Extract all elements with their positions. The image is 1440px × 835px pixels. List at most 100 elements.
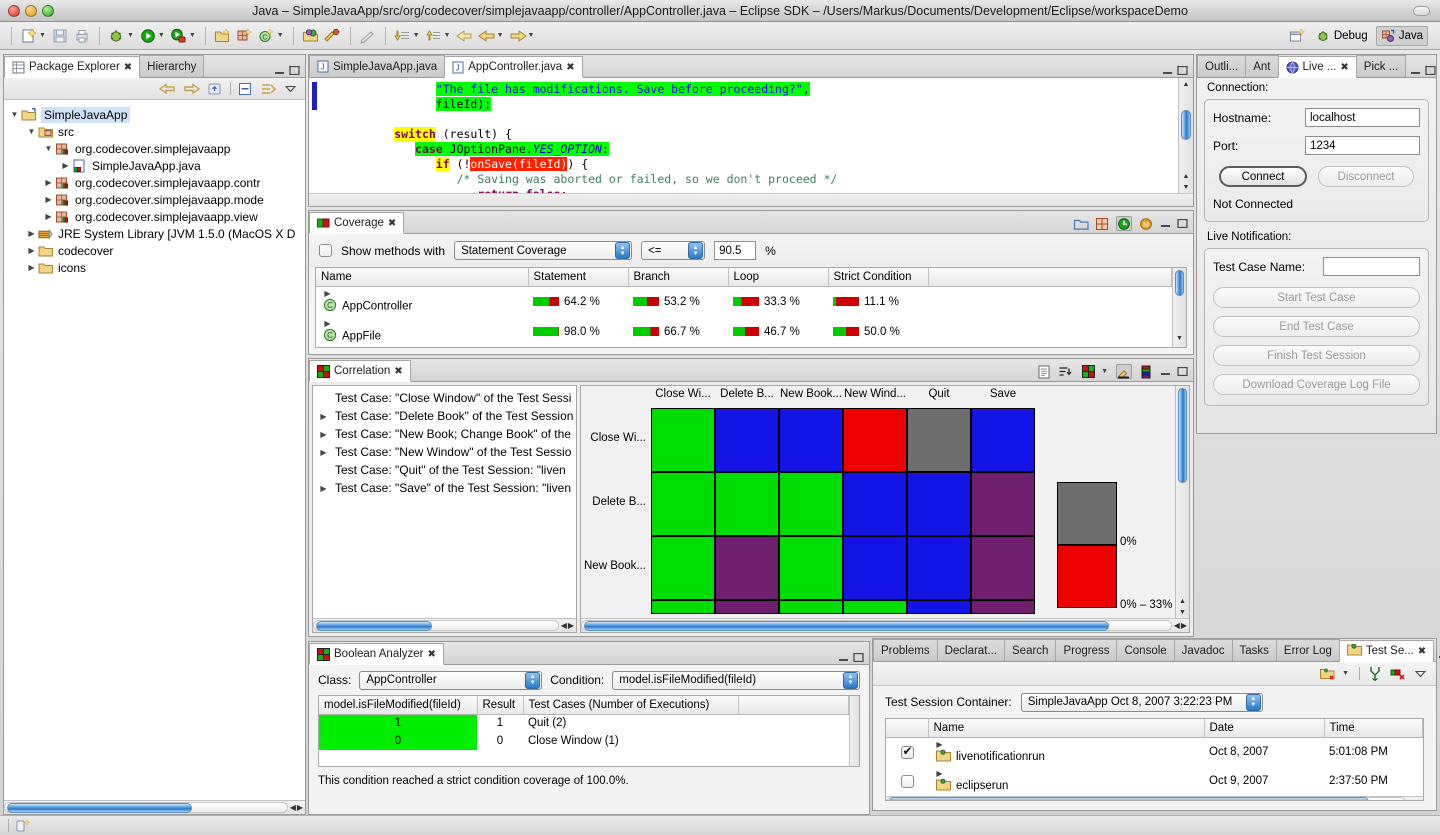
scroll-right-icon[interactable]: ▶ — [1181, 621, 1187, 630]
scroll-up-icon[interactable]: ▲ — [1179, 598, 1186, 605]
external-tools-dropdown-icon[interactable]: ▼ — [189, 32, 196, 39]
chevron-updown-icon[interactable]: ▲▼ — [615, 242, 630, 259]
matrix-colors-dropdown-icon[interactable]: ▼ — [1101, 368, 1108, 375]
coverage-column-header[interactable]: Strict Condition — [828, 268, 928, 286]
matrix-cell[interactable] — [971, 472, 1035, 536]
matrix-cell[interactable] — [651, 536, 715, 600]
tab-outline[interactable]: Outli... — [1197, 55, 1246, 77]
scroll-left-icon[interactable]: ◀ — [290, 803, 296, 812]
matrix-cell[interactable] — [907, 600, 971, 614]
tab-javadoc[interactable]: Javadoc — [1174, 639, 1233, 661]
scroll-right-icon[interactable]: ▶ — [297, 803, 303, 812]
tree-item[interactable]: ▶org.codecover.simplejavaapp.view — [4, 208, 305, 225]
close-icon[interactable]: ✖ — [1340, 62, 1348, 73]
source-text[interactable]: "The file has modifications. Save before… — [323, 78, 1178, 193]
boolean-table-body[interactable]: 11Quit (2)00Close Window (1) — [319, 714, 849, 750]
forward-icon[interactable] — [183, 82, 200, 96]
table-row[interactable]: ▶CAppFile98.0 %66.7 %46.7 %50.0 % — [316, 317, 1172, 347]
scroll-up-icon[interactable]: ▲ — [1183, 173, 1190, 180]
chevron-updown-icon[interactable]: ▲▼ — [1246, 694, 1261, 711]
minimize-window-button[interactable] — [25, 5, 37, 17]
list-item[interactable]: Test Case: "Close Window" of the Test Se… — [313, 389, 576, 407]
previous-annotation-icon[interactable] — [424, 26, 444, 46]
test-sessions-table-body[interactable]: ▶livenotificationrunOct 8, 20075:01:08 P… — [886, 737, 1423, 796]
scroll-right-icon[interactable]: ▶ — [1415, 798, 1421, 802]
chevron-right-icon[interactable]: ▶ — [42, 178, 55, 187]
boolean-column-header[interactable]: Result — [477, 696, 523, 714]
matrix-cell[interactable] — [651, 600, 715, 614]
correlation-matrix[interactable]: Close Wi...Delete B...New Book...New Win… — [581, 386, 1175, 618]
tab-console[interactable]: Console — [1116, 639, 1174, 661]
previous-annotation-dropdown-icon[interactable]: ▼ — [444, 32, 451, 39]
minimize-icon[interactable] — [1410, 66, 1421, 75]
matrix-cell[interactable] — [715, 536, 779, 600]
port-input[interactable]: 1234 — [1305, 136, 1420, 155]
connect-button[interactable]: Connect — [1219, 166, 1307, 187]
back-dropdown-icon[interactable]: ▼ — [497, 32, 504, 39]
package-explorer-tab-controls[interactable] — [269, 66, 305, 77]
debug-dropdown-icon[interactable]: ▼ — [127, 32, 134, 39]
testcase-name-input[interactable] — [1323, 257, 1420, 276]
delete-session-icon[interactable] — [1390, 666, 1406, 681]
boolean-column-header[interactable]: Test Cases (Number of Executions) — [523, 696, 738, 714]
tab-test-se[interactable]: Test Se...✖ — [1339, 640, 1434, 662]
tab-ant[interactable]: Ant — [1245, 55, 1278, 77]
open-perspective-icon[interactable] — [1288, 26, 1308, 46]
tab-live-notification[interactable]: Live ... ✖ — [1278, 56, 1357, 78]
chevron-right-icon[interactable]: ▶ — [933, 769, 946, 778]
close-icon[interactable]: ✖ — [394, 366, 402, 377]
chevron-updown-icon[interactable]: ▲▼ — [843, 672, 858, 689]
boolean-analyzer-table[interactable]: model.isFileModified(fileId)ResultTest C… — [319, 696, 849, 750]
chevron-right-icon[interactable]: ▶ — [42, 195, 55, 204]
end-test-case-button[interactable]: End Test Case — [1213, 316, 1420, 337]
package-explorer-toolbar[interactable] — [4, 78, 305, 100]
package-explorer-hscrollbar[interactable]: ◀▶ — [4, 800, 305, 814]
matrix-vscrollbar[interactable]: ▲▼ — [1175, 386, 1189, 618]
testcase-list[interactable]: Test Case: "Close Window" of the Test Se… — [313, 386, 576, 618]
test-session-checkbox[interactable] — [901, 746, 914, 759]
boolean-table-container[interactable]: model.isFileModified(fileId)ResultTest C… — [318, 695, 860, 767]
tab-search[interactable]: Search — [1004, 639, 1056, 661]
editor-tab-controls[interactable] — [1157, 66, 1193, 77]
threshold-input[interactable]: 90.5 — [714, 241, 756, 260]
maximize-window-button[interactable] — [42, 5, 54, 17]
new-package-icon[interactable] — [235, 26, 255, 46]
perspective-switcher[interactable]: Debug Java — [1288, 26, 1434, 46]
coverage-table-body[interactable]: ▶CAppController64.2 %53.2 %33.3 %11.1 %▶… — [316, 286, 1172, 347]
list-item[interactable]: ▶Test Case: "Save" of the Test Session: … — [313, 479, 576, 497]
perspective-java[interactable]: Java — [1376, 26, 1428, 46]
close-icon[interactable]: ✖ — [566, 62, 574, 73]
tree-item[interactable]: ▶JRE System Library [JVM 1.5.0 (MacOS X … — [4, 225, 305, 242]
coverage-row-name[interactable]: ▶CAppController — [316, 286, 528, 317]
chevron-updown-icon[interactable]: ▲▼ — [688, 242, 703, 259]
coverage-row-name[interactable]: ▶CAppFile — [316, 317, 528, 347]
tree-item[interactable]: ▶codecover — [4, 242, 305, 259]
new-wizard-dropdown-icon[interactable]: ▼ — [39, 32, 46, 39]
matrix-cell[interactable] — [715, 408, 779, 472]
finish-test-session-button[interactable]: Finish Test Session — [1213, 345, 1420, 366]
run-dropdown-icon[interactable]: ▼ — [158, 32, 165, 39]
highlight-icon[interactable] — [1116, 364, 1132, 379]
tree-item[interactable]: ▶org.codecover.simplejavaapp.mode — [4, 191, 305, 208]
scroll-down-icon[interactable]: ▼ — [1176, 335, 1183, 342]
tab-hierarchy[interactable]: Hierarchy — [139, 55, 204, 77]
right-stack-tab-controls[interactable] — [1405, 66, 1440, 77]
coverage-column-header[interactable]: Branch — [628, 268, 728, 286]
coverage-column-header[interactable]: Name — [316, 268, 528, 286]
table-row[interactable]: ▶CAppController64.2 %53.2 %33.3 %11.1 % — [316, 286, 1172, 317]
table-row[interactable]: 11Quit (2) — [319, 714, 849, 732]
right-stack-tabrow[interactable]: Outli... Ant Live ... ✖ Pick ... — [1197, 55, 1436, 78]
maximize-icon[interactable] — [1177, 367, 1188, 376]
close-icon[interactable]: ✖ — [1418, 646, 1426, 657]
next-annotation-icon[interactable] — [393, 26, 413, 46]
chevron-right-icon[interactable]: ▶ — [321, 289, 334, 298]
next-annotation-dropdown-icon[interactable]: ▼ — [413, 32, 420, 39]
matrix-cell[interactable] — [651, 472, 715, 536]
tree-item[interactable]: ▼org.codecover.simplejavaapp — [4, 140, 305, 157]
close-icon[interactable]: ✖ — [428, 649, 436, 660]
chevron-down-icon[interactable]: ▼ — [8, 110, 21, 119]
forward-dropdown-icon[interactable]: ▼ — [528, 32, 535, 39]
new-java-project-icon[interactable] — [213, 26, 233, 46]
collapse-all-icon[interactable] — [238, 82, 253, 96]
download-coverage-log-button[interactable]: Download Coverage Log File — [1213, 374, 1420, 395]
